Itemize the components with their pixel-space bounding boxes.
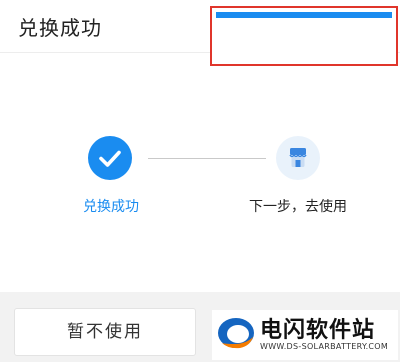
use-now-button-fill xyxy=(216,12,392,18)
watermark-url: WWW.DS-SOLARBATTERY.COM xyxy=(260,342,389,351)
watermark-name: 电闪软件站 xyxy=(260,318,376,343)
step-label-exchanged: 兑换成功 xyxy=(83,199,139,215)
progress-steps: 兑换成功 下一步，去使用 xyxy=(0,120,400,230)
store-icon xyxy=(276,136,320,180)
step-connector-line xyxy=(148,158,266,159)
watermark: 电闪软件站 WWW.DS-SOLARBATTERY.COM xyxy=(212,310,398,360)
use-now-button-highlight[interactable] xyxy=(210,6,398,66)
page-title: 兑换成功 xyxy=(18,16,102,40)
watermark-logo-icon xyxy=(218,318,254,349)
exchange-success-screen: 兑换成功 完成 兑换成功 下一步，去使用 暂不使用 xyxy=(0,0,400,362)
check-circle-icon xyxy=(88,136,132,180)
step-label-next-use: 下一步，去使用 xyxy=(249,199,347,215)
not-now-button[interactable]: 暂不使用 xyxy=(14,308,196,356)
